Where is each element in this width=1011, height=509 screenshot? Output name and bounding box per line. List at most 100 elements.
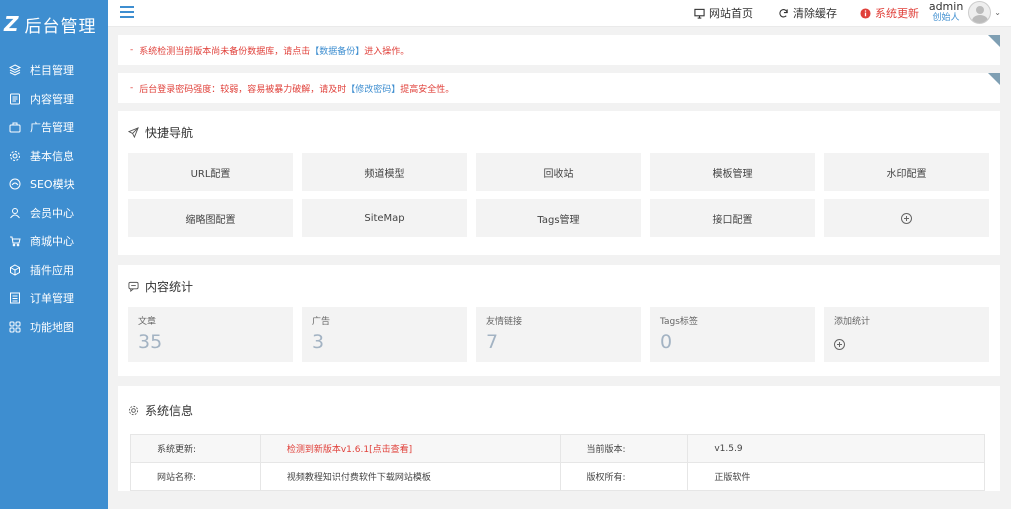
seo-icon: [9, 178, 21, 190]
backup-link[interactable]: 【数据备份】: [310, 44, 364, 57]
sidebar-item-order[interactable]: 订单管理: [0, 284, 108, 313]
sidebar-item-label: 广告管理: [30, 121, 74, 135]
sidebar-item-member[interactable]: 会员中心: [0, 199, 108, 228]
sidebar-item-seo[interactable]: SEO模块: [0, 170, 108, 199]
stat-label: 文章: [138, 317, 157, 327]
new-version-link[interactable]: 检测到新版本v1.6.1[点击查看]: [259, 434, 561, 463]
quick-url-config[interactable]: URL配置: [128, 153, 293, 191]
notice-suffix: 提高安全性。: [400, 84, 455, 95]
table-key: 版权所有:: [559, 462, 689, 491]
table-key: 网站名称:: [130, 462, 261, 491]
info-icon: [860, 7, 871, 19]
clear-cache-label: 清除缓存: [793, 7, 837, 20]
sidebar-item-label: 栏目管理: [30, 64, 74, 78]
sidebar-item-label: 内容管理: [30, 92, 74, 106]
add-stat-label: 添加统计: [834, 317, 871, 327]
site-home-link[interactable]: 网站首页: [694, 5, 753, 21]
sidebar-item-label: 订单管理: [30, 292, 74, 306]
add-quick-nav-button[interactable]: [824, 199, 989, 237]
monitor-icon: [694, 8, 705, 19]
sidebar-item-label: 功能地图: [30, 320, 74, 334]
stat-label: 友情链接: [486, 317, 523, 327]
stat-value: 7: [486, 331, 499, 353]
user-menu[interactable]: admin 创始人 ⌄: [929, 1, 1001, 24]
avatar[interactable]: [968, 1, 992, 24]
system-update-label: 系统更新: [875, 7, 919, 20]
table-value: 视频教程知识付费软件下载网站模板: [259, 462, 561, 491]
stat-links[interactable]: 友情链接 7: [476, 307, 641, 362]
system-update-link[interactable]: 系统更新: [860, 5, 919, 21]
chevron-down-icon: ⌄: [994, 8, 1001, 17]
stat-articles[interactable]: 文章 35: [128, 307, 293, 362]
stat-value: 35: [138, 331, 163, 353]
menu-toggle-icon[interactable]: [120, 6, 134, 18]
main-content: - 系统检测当前版本尚未备份数据库，请点击 【数据备份】 进入操作。 - 后台登…: [118, 35, 1000, 501]
sidebar-item-label: 基本信息: [30, 149, 74, 163]
order-icon: [10, 292, 20, 304]
table-key: 当前版本:: [559, 434, 689, 463]
system-info-panel: 系统信息 系统更新: 检测到新版本v1.6.1[点击查看] 当前版本: v1.5…: [118, 386, 1000, 491]
sidebar: Z 后台管理 栏目管理 内容管理 广告管理 基本信息 SEO模块 会员中心 商城…: [0, 0, 108, 509]
logo-mark: Z: [4, 12, 19, 36]
sidebar-item-ads[interactable]: 广告管理: [0, 113, 108, 142]
sidebar-item-content[interactable]: 内容管理: [0, 85, 108, 114]
table-row: 系统更新: 检测到新版本v1.6.1[点击查看] 当前版本: v1.5.9: [130, 434, 985, 463]
notice-text: 后台登录密码强度：较弱，容易被暴力破解，请及时: [139, 84, 347, 95]
refresh-icon: [779, 8, 788, 17]
document-icon: [10, 93, 20, 105]
table-row: 网站名称: 视频教程知识付费软件下载网站模板 版权所有: 正版软件: [130, 462, 985, 491]
plus-circle-icon: [834, 339, 845, 350]
logo-text: 后台管理: [24, 16, 97, 37]
sidebar-item-shop[interactable]: 商城中心: [0, 227, 108, 256]
password-notice: - 后台登录密码强度：较弱，容易被暴力破解，请及时 【修改密码】 提高安全性。: [118, 73, 1000, 103]
notice-corner: [988, 35, 1000, 47]
system-info-title: 系统信息: [145, 403, 194, 418]
table-key: 系统更新:: [130, 434, 261, 463]
stat-value: 3: [312, 331, 325, 353]
add-stat-button[interactable]: 添加统计: [824, 307, 989, 362]
stats-grid: 文章 35 广告 3 友情链接 7 Tags标签 0 添加统计: [128, 307, 990, 376]
quick-watermark-config[interactable]: 水印配置: [824, 153, 989, 191]
sidebar-item-label: 商城中心: [30, 235, 74, 249]
clear-cache-link[interactable]: 清除缓存: [778, 5, 837, 21]
plus-circle-icon: [901, 212, 912, 224]
content-stats-panel: 内容统计 文章 35 广告 3 友情链接 7 Tags标签 0 添加统计: [118, 265, 1000, 376]
user-role: 创始人: [932, 13, 960, 23]
system-info-table: 系统更新: 检测到新版本v1.6.1[点击查看] 当前版本: v1.5.9 网站…: [130, 434, 985, 491]
site-home-label: 网站首页: [709, 7, 753, 20]
stats-title: 内容统计: [145, 279, 194, 294]
sidebar-item-plugin[interactable]: 插件应用: [0, 256, 108, 285]
grid-icon: [9, 321, 21, 333]
quick-nav-grid: URL配置 频道模型 回收站 模板管理 水印配置 缩略图配置 SiteMap T…: [128, 153, 990, 255]
stat-tags[interactable]: Tags标签 0: [650, 307, 815, 362]
sidebar-item-label: 插件应用: [30, 263, 74, 277]
gear-icon: [128, 405, 139, 415]
chat-icon: [128, 281, 139, 292]
quick-nav-panel: 快捷导航 URL配置 频道模型 回收站 模板管理 水印配置 缩略图配置 Site…: [118, 111, 1000, 255]
quick-recycle-bin[interactable]: 回收站: [476, 153, 641, 191]
sidebar-item-basic[interactable]: 基本信息: [0, 142, 108, 171]
sidebar-nav: 栏目管理 内容管理 广告管理 基本信息 SEO模块 会员中心 商城中心 插件应用…: [0, 56, 108, 341]
stat-label: 广告: [312, 317, 331, 327]
logo[interactable]: Z 后台管理: [0, 0, 108, 48]
gear-icon: [10, 150, 20, 161]
user-name: admin: [928, 0, 964, 13]
sidebar-item-column[interactable]: 栏目管理: [0, 56, 108, 85]
stat-value: 0: [660, 331, 673, 353]
table-value: v1.5.9: [687, 434, 985, 463]
quick-channel-model[interactable]: 频道模型: [302, 153, 467, 191]
stat-ads[interactable]: 广告 3: [302, 307, 467, 362]
quick-sitemap[interactable]: SiteMap: [302, 199, 467, 237]
plugin-icon: [10, 264, 20, 276]
change-password-link[interactable]: 【修改密码】: [346, 82, 400, 95]
quick-template-manage[interactable]: 模板管理: [650, 153, 815, 191]
quick-tags-manage[interactable]: Tags管理: [476, 199, 641, 237]
layers-icon: [9, 64, 21, 76]
backup-notice: - 系统检测当前版本尚未备份数据库，请点击 【数据备份】 进入操作。: [118, 35, 1000, 65]
quick-thumbnail-config[interactable]: 缩略图配置: [128, 199, 293, 237]
quick-api-config[interactable]: 接口配置: [650, 199, 815, 237]
sidebar-item-label: SEO模块: [30, 178, 75, 192]
cart-icon: [10, 236, 21, 247]
sidebar-item-map[interactable]: 功能地图: [0, 313, 108, 342]
notice-corner: [988, 73, 1000, 85]
